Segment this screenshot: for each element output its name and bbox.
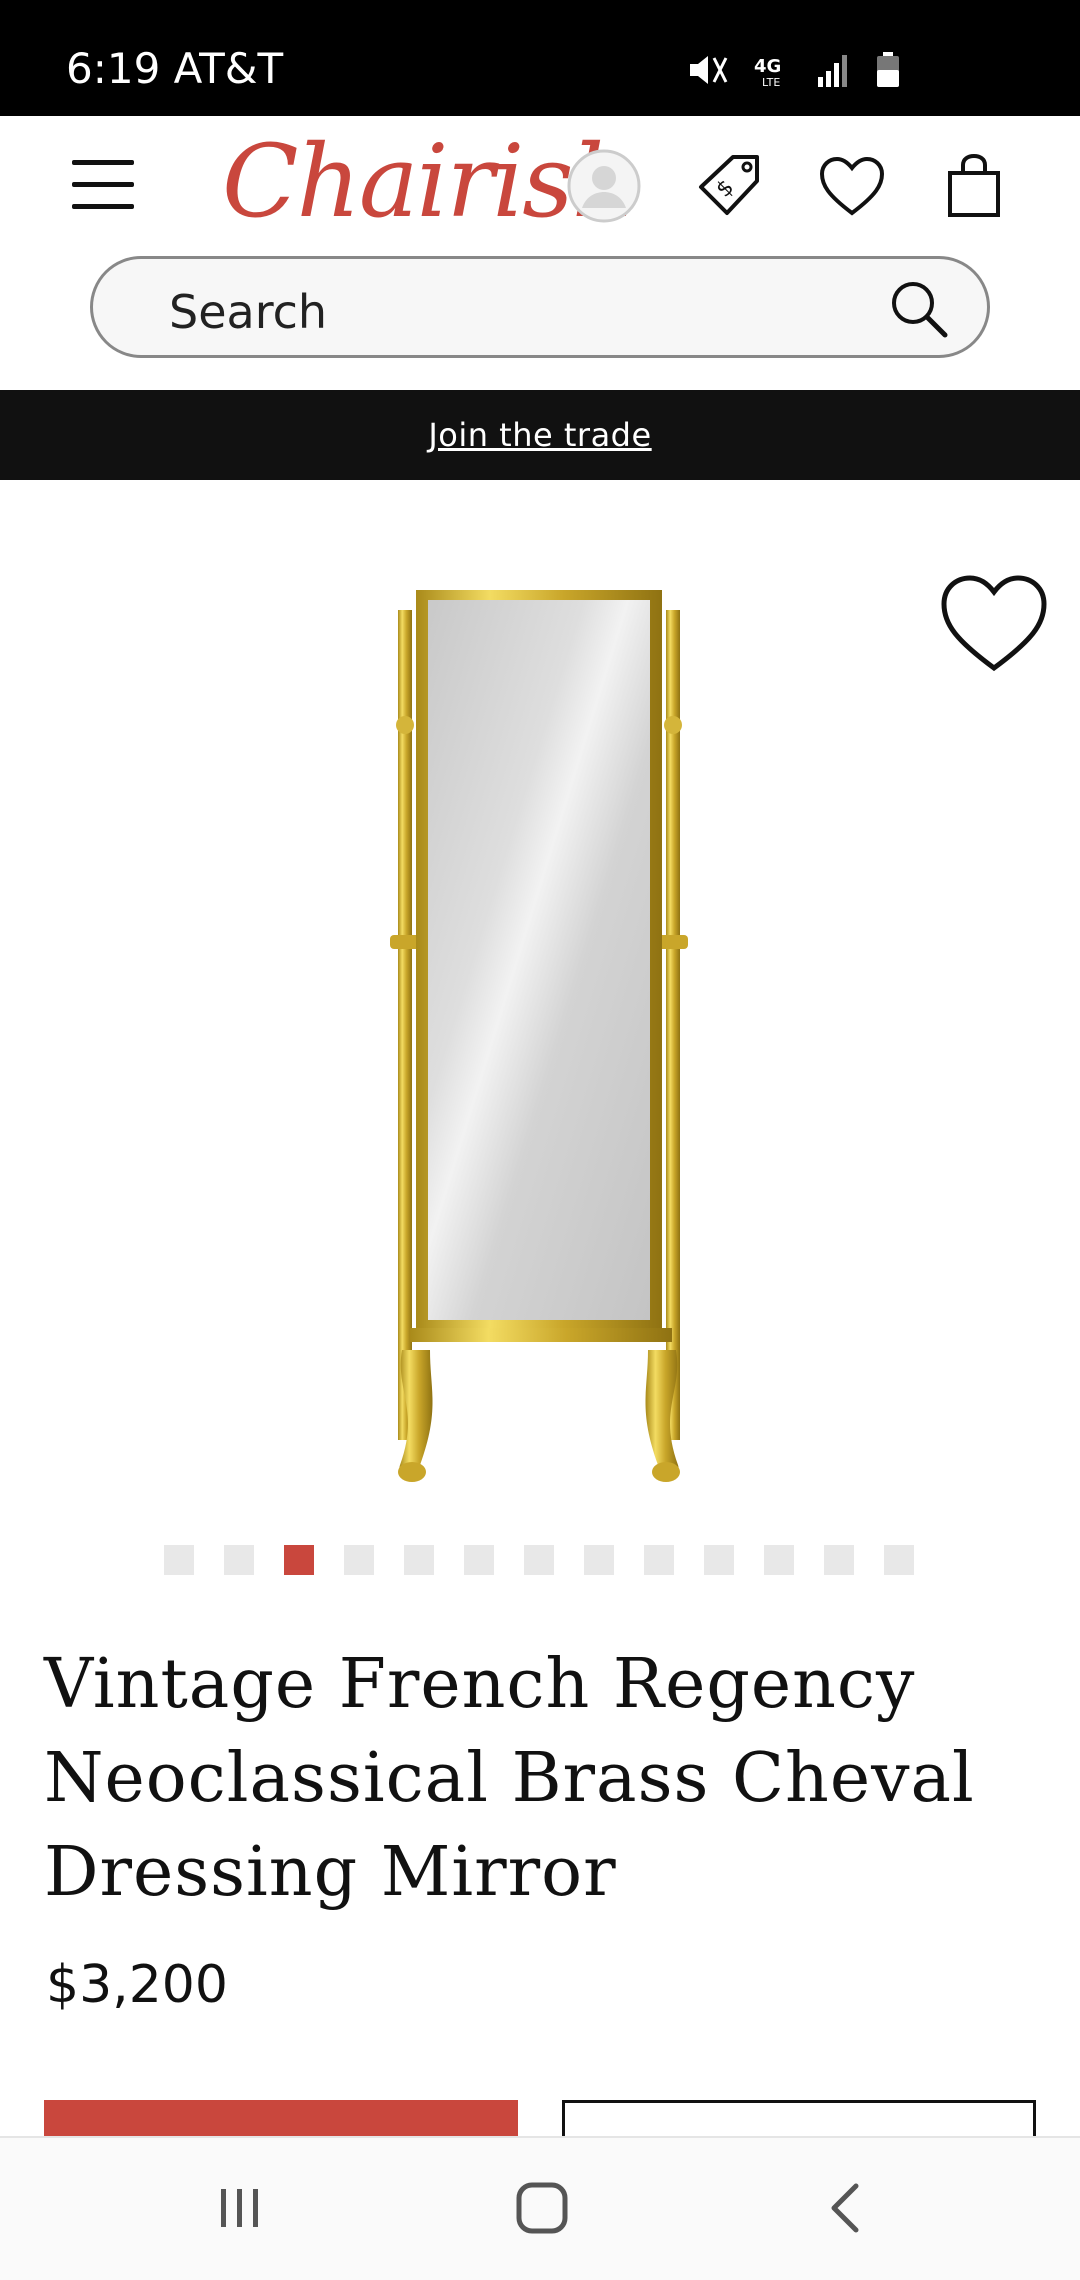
menu-icon-line [72,182,134,187]
menu-button[interactable] [72,158,136,214]
search-placeholder: Search [169,285,328,339]
account-button[interactable] [556,138,652,234]
carousel-dot[interactable] [344,1545,374,1575]
carousel-dot[interactable] [464,1545,494,1575]
status-time-carrier: 6:19 AT&T [66,44,284,93]
join-trade-link[interactable]: Join the trade [428,416,651,454]
svg-text:4G: 4G [754,56,781,77]
carousel-dot[interactable] [404,1545,434,1575]
carousel-dot[interactable] [584,1545,614,1575]
carousel-dot-active[interactable] [284,1545,314,1575]
heart-outline-icon [941,575,1047,672]
carousel-dot[interactable] [164,1545,194,1575]
product-title: Vintage French Regency Neoclassical Bras… [44,1645,975,1912]
carousel-dot[interactable] [524,1545,554,1575]
search-input[interactable]: Search [90,256,990,358]
status-icons: 4G LTE [688,52,900,88]
price-tag-icon: $ [699,155,759,215]
carousel-dot[interactable] [764,1545,794,1575]
carousel-indicators [164,1545,914,1575]
add-to-cart-button[interactable] [44,2100,518,2140]
favorites-button[interactable] [804,138,900,234]
carousel-dot[interactable] [704,1545,734,1575]
status-bar: 6:19 AT&T 4G LTE [0,0,1080,116]
back-chevron-icon [831,2183,859,2233]
recent-apps-icon [221,2189,258,2227]
carousel-dot[interactable] [824,1545,854,1575]
signal-icon [818,55,847,87]
home-icon [516,2182,568,2234]
shopping-bag-icon [948,153,1000,217]
home-button[interactable] [502,2178,582,2238]
system-nav-bar [0,2136,1080,2280]
make-offer-button[interactable] [562,2100,1036,2140]
svg-text:$: $ [712,175,740,203]
product-image[interactable] [0,480,1080,1520]
heart-icon [819,156,885,216]
battery-icon [877,52,899,87]
carousel-dot[interactable] [884,1545,914,1575]
menu-icon [72,160,134,165]
menu-icon-line [72,204,134,209]
search-icon[interactable] [887,277,951,341]
brass-cheval-mirror-icon [390,590,688,1482]
mute-icon [690,56,728,84]
carousel-dot[interactable] [644,1545,674,1575]
network-4g-icon: 4G LTE [754,56,781,88]
trade-banner: Join the trade [0,390,1080,480]
app-header: Chairish $ Search [0,116,1080,390]
deals-button[interactable]: $ [682,138,778,234]
back-button[interactable] [806,2178,886,2238]
favorite-product-button[interactable] [938,570,1050,676]
product-price: $3,200 [46,1955,228,2015]
cart-button[interactable] [926,138,1022,234]
recent-apps-button[interactable] [200,2178,280,2238]
user-avatar-icon [567,149,641,223]
carousel-dot[interactable] [224,1545,254,1575]
svg-text:LTE: LTE [762,76,780,88]
